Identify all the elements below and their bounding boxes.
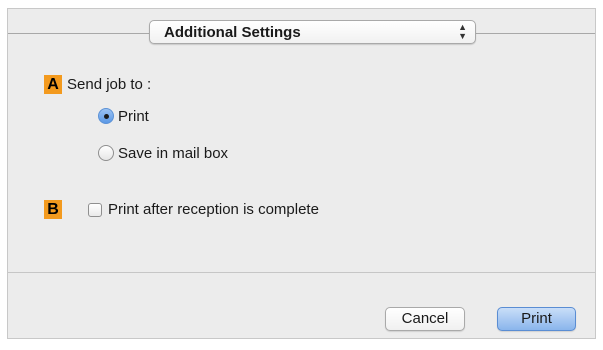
separator-right <box>476 33 595 34</box>
print-after-label[interactable]: Print after reception is complete <box>108 201 319 218</box>
radio-print-label[interactable]: Print <box>118 108 149 125</box>
print-dialog: Additional Settings ▲ ▼ A Send job to : P… <box>7 8 596 339</box>
cancel-button[interactable]: Cancel <box>385 307 465 331</box>
radio-save-mailbox[interactable] <box>98 145 114 161</box>
radio-print[interactable] <box>98 108 114 124</box>
send-job-label: Send job to : <box>67 76 152 93</box>
callout-a-badge: A <box>44 75 62 94</box>
footer-divider <box>8 272 595 273</box>
separator-left <box>8 33 149 34</box>
print-button[interactable]: Print <box>497 307 576 331</box>
up-down-arrows-icon: ▲ ▼ <box>458 22 467 41</box>
settings-popup-label: Additional Settings <box>164 24 301 41</box>
settings-popup-button[interactable]: Additional Settings ▲ ▼ <box>149 20 476 44</box>
callout-b-badge: B <box>44 200 62 219</box>
radio-save-mailbox-label[interactable]: Save in mail box <box>118 145 228 162</box>
print-after-checkbox[interactable] <box>88 203 102 217</box>
